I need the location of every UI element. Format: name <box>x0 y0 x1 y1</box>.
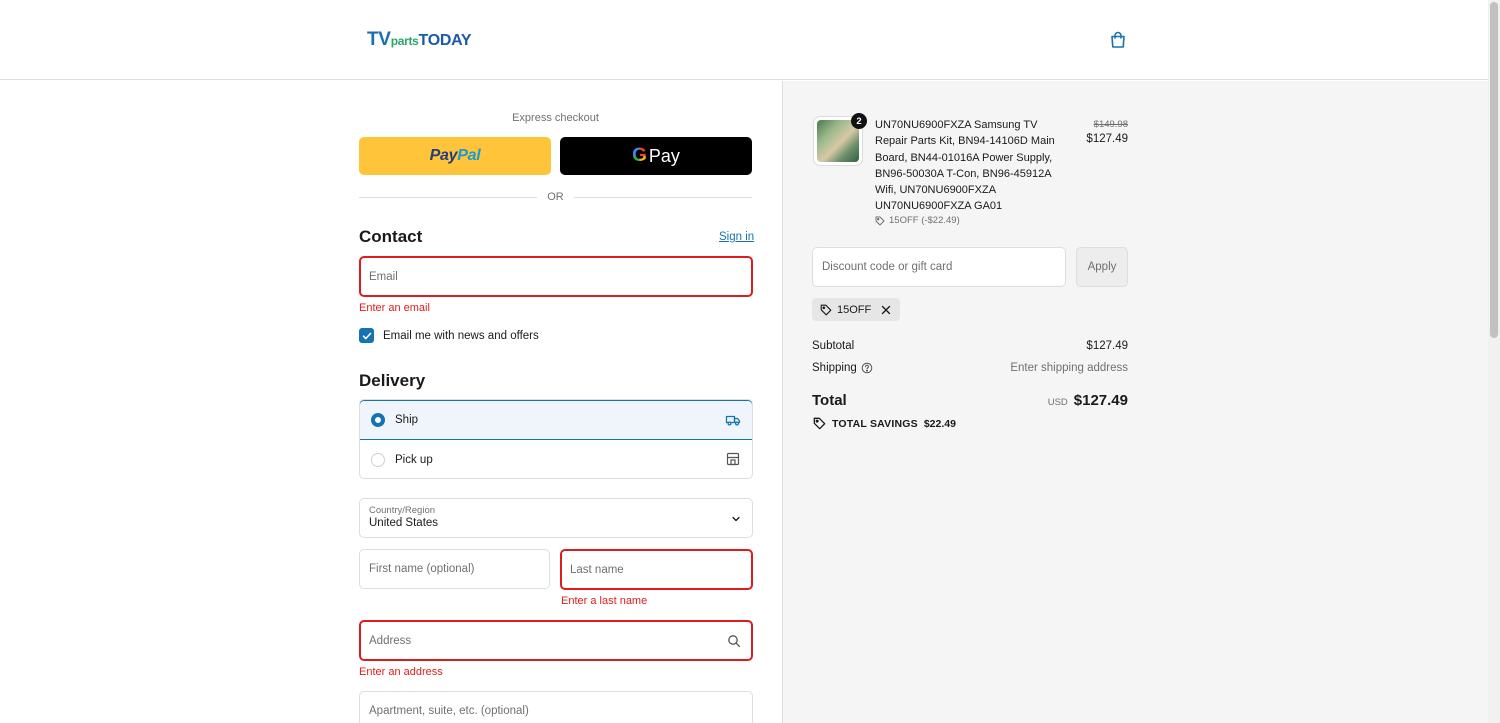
applied-code-text: 15OFF <box>837 303 872 316</box>
discount-code-input[interactable]: Discount code or gift card <box>812 247 1066 287</box>
last-name-placeholder: Last name <box>570 563 624 576</box>
last-name-error: Enter a last name <box>561 595 648 607</box>
country-value: United States <box>369 517 439 529</box>
quantity-badge: 2 <box>851 113 867 129</box>
help-icon[interactable] <box>861 362 873 374</box>
remove-code-icon[interactable] <box>880 304 892 316</box>
total-row: Total USD $127.49 <box>812 392 1128 409</box>
site-header: TVpartsTODAY <box>0 0 1488 80</box>
total-savings: TOTAL SAVINGS $22.49 <box>813 417 956 430</box>
search-icon <box>728 635 741 648</box>
delivery-option-pickup[interactable]: Pick up <box>360 440 752 478</box>
delivery-option-ship[interactable]: Ship <box>360 400 752 440</box>
ship-label: Ship <box>395 414 419 426</box>
page-scrollbar[interactable] <box>1488 0 1500 723</box>
pickup-label: Pick up <box>395 453 433 466</box>
product-discount-text: 15OFF (-$22.49) <box>889 215 960 226</box>
current-price: $127.49 <box>1086 133 1128 145</box>
logo-parts-text: parts <box>390 34 419 48</box>
total-label: Total <box>812 392 847 409</box>
truck-icon <box>725 415 741 426</box>
delivery-heading: Delivery <box>359 371 426 390</box>
address-error: Enter an address <box>359 666 443 678</box>
logo-today-text: TODAY <box>418 32 472 49</box>
shipping-value: Enter shipping address <box>1010 362 1128 374</box>
shipping-row: Shipping Enter shipping address <box>812 362 1128 374</box>
applied-discount-chip: 15OFF <box>812 298 901 321</box>
tag-icon <box>820 304 832 315</box>
sign-in-link[interactable]: Sign in <box>719 231 754 243</box>
savings-label: TOTAL SAVINGS <box>832 417 918 430</box>
chevron-down-icon <box>732 516 740 522</box>
paypal-logo: PayPal <box>429 147 481 164</box>
newsletter-option[interactable]: Email me with news and offers <box>359 328 539 343</box>
email-placeholder: Email <box>369 270 398 283</box>
google-pay-logo: G Pay <box>632 145 680 166</box>
google-pay-button[interactable]: G Pay <box>560 137 752 175</box>
newsletter-label: Email me with news and offers <box>383 329 539 342</box>
subtotal-value: $127.49 <box>1086 340 1128 352</box>
country-select[interactable]: Country/Region United States <box>359 498 753 538</box>
first-name-placeholder: First name (optional) <box>369 563 475 575</box>
or-divider: OR <box>359 190 752 204</box>
total-value: $127.49 <box>1073 392 1128 409</box>
subtotal-row: Subtotal $127.49 <box>812 340 1128 352</box>
delivery-method-group: Ship Pick up <box>359 399 753 479</box>
contact-heading: Contact <box>359 227 423 246</box>
address-placeholder: Address <box>369 634 412 647</box>
or-label: OR <box>547 191 564 203</box>
scrollbar-thumb[interactable] <box>1490 2 1498 338</box>
email-field[interactable]: Email <box>359 256 753 297</box>
product-title: UN70NU6900FXZA Samsung TV Repair Parts K… <box>875 119 1055 213</box>
discount-placeholder: Discount code or gift card <box>822 261 953 273</box>
country-label: Country/Region <box>369 505 436 516</box>
savings-value: $22.49 <box>923 417 956 430</box>
check-icon <box>362 332 371 339</box>
email-error: Enter an email <box>359 302 430 314</box>
tag-icon <box>875 216 885 225</box>
express-checkout-label: Express checkout <box>512 112 599 124</box>
address-field[interactable]: Address <box>359 620 753 661</box>
apartment-field[interactable]: Apartment, suite, etc. (optional) <box>359 691 753 723</box>
store-icon <box>726 452 740 466</box>
total-currency: USD <box>1047 397 1068 408</box>
newsletter-checkbox[interactable] <box>359 328 374 343</box>
tag-icon <box>813 417 826 430</box>
paypal-button[interactable]: PayPal <box>359 137 551 175</box>
logo-tv-text: TV <box>367 29 391 50</box>
first-name-field[interactable]: First name (optional) <box>359 549 550 589</box>
shopping-bag-icon[interactable] <box>1108 30 1128 50</box>
original-price: $149.98 <box>1093 119 1128 130</box>
shipping-label: Shipping <box>812 362 857 374</box>
apply-discount-button[interactable]: Apply <box>1076 247 1128 287</box>
apartment-placeholder: Apartment, suite, etc. (optional) <box>369 705 529 717</box>
last-name-field[interactable]: Last name <box>560 549 753 590</box>
pickup-radio[interactable] <box>371 452 385 467</box>
ship-radio[interactable] <box>371 413 385 427</box>
product-discount-line: 15OFF (-$22.49) <box>875 215 960 226</box>
store-logo[interactable]: TVpartsTODAY <box>367 29 472 51</box>
subtotal-label: Subtotal <box>812 340 855 352</box>
